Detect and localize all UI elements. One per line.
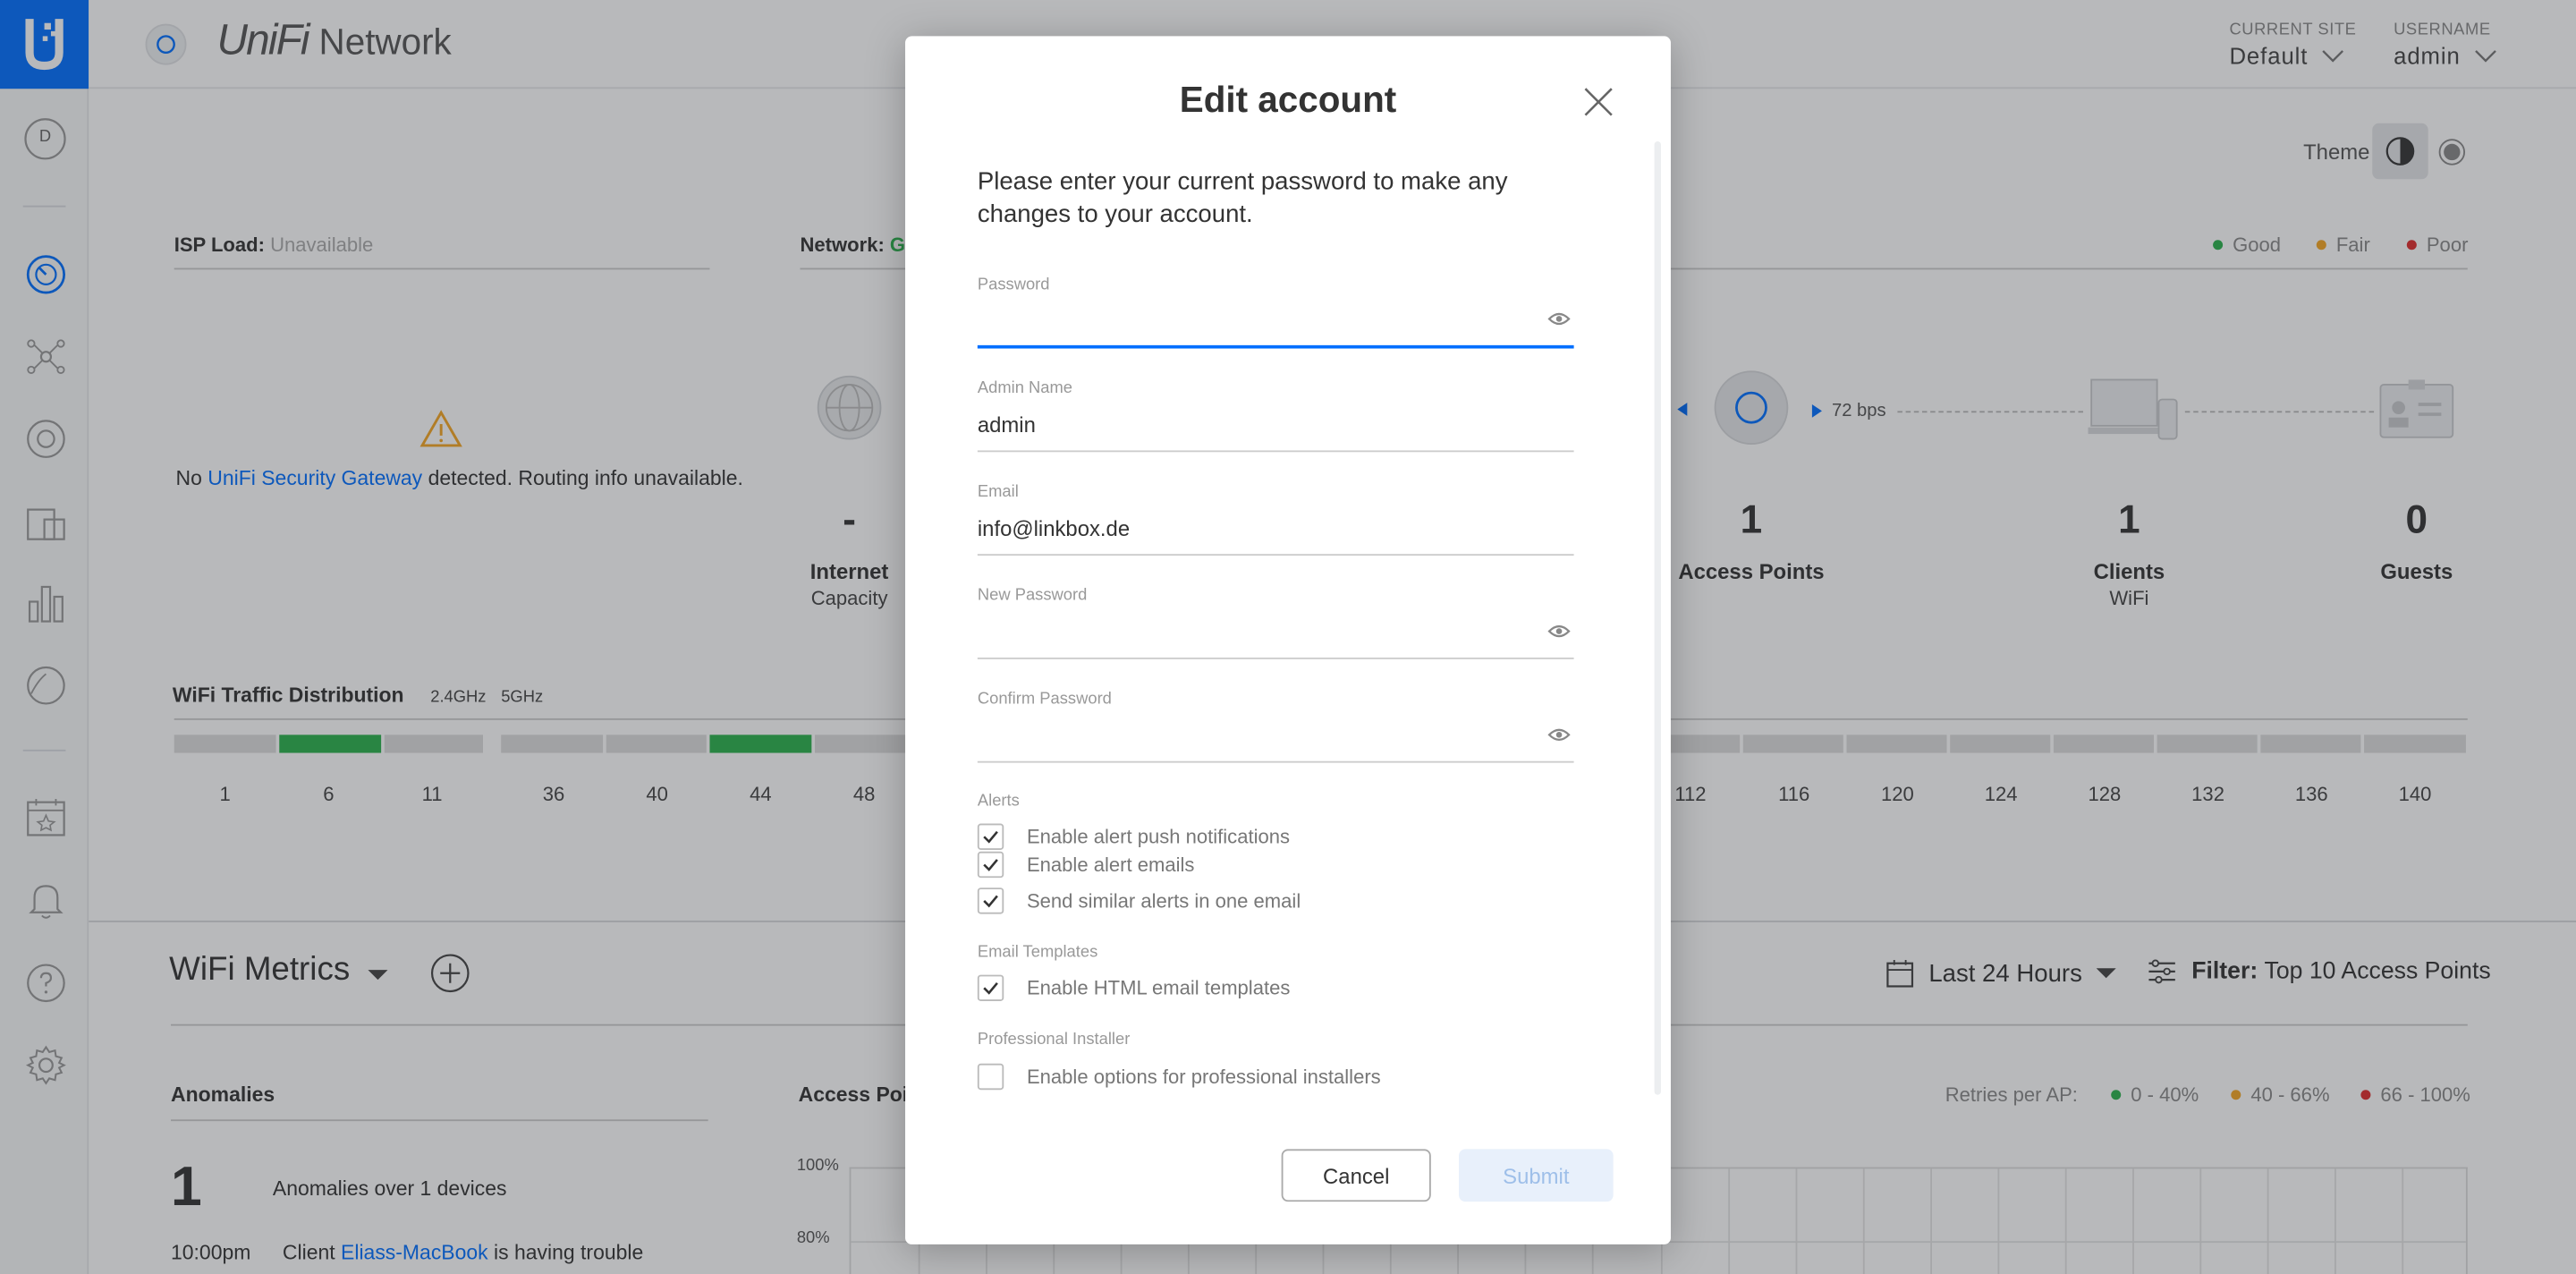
admin-name-input[interactable]: admin bbox=[978, 412, 1536, 437]
checkmark-icon bbox=[983, 981, 998, 995]
email-underline bbox=[977, 554, 1574, 556]
close-icon[interactable] bbox=[1580, 84, 1616, 120]
submit-button[interactable]: Submit bbox=[1459, 1149, 1614, 1202]
alert-push-checkbox[interactable] bbox=[977, 823, 1004, 850]
dialog-title: Edit account bbox=[1179, 79, 1397, 121]
professional-installer-label: Enable options for professional installe… bbox=[1026, 1065, 1381, 1089]
password-input[interactable] bbox=[978, 302, 1536, 342]
checkmark-icon bbox=[983, 895, 998, 908]
email-input[interactable]: info@linkbox.de bbox=[978, 516, 1536, 541]
eye-icon[interactable] bbox=[1547, 310, 1571, 327]
app-root: D UniFi Network CURRENT SITE Default USE… bbox=[0, 0, 2576, 1274]
new-password-label: New Password bbox=[977, 586, 1088, 606]
new-password-input[interactable] bbox=[978, 613, 1536, 652]
cancel-button[interactable]: Cancel bbox=[1281, 1149, 1431, 1202]
email-label: Email bbox=[977, 483, 1019, 502]
admin-name-label: Admin Name bbox=[977, 379, 1073, 398]
confirm-password-input[interactable] bbox=[978, 717, 1536, 756]
alert-emails-checkbox[interactable] bbox=[977, 851, 1004, 879]
dialog-scrollbar[interactable] bbox=[1654, 141, 1661, 1095]
html-templates-checkbox[interactable] bbox=[977, 974, 1004, 1001]
eye-icon[interactable] bbox=[1547, 623, 1571, 639]
admin-name-underline bbox=[977, 450, 1574, 453]
edit-account-dialog: Edit account Please enter your current p… bbox=[905, 36, 1671, 1244]
password-underline bbox=[977, 344, 1574, 349]
email-templates-section-label: Email Templates bbox=[977, 943, 1098, 962]
checkmark-icon bbox=[983, 859, 998, 871]
confirm-password-underline bbox=[977, 760, 1574, 763]
alert-emails-label: Enable alert emails bbox=[1026, 853, 1195, 877]
eye-icon[interactable] bbox=[1547, 726, 1571, 743]
alert-similar-label: Send similar alerts in one email bbox=[1026, 889, 1301, 913]
alert-push-label: Enable alert push notifications bbox=[1026, 825, 1291, 849]
checkmark-icon bbox=[983, 830, 998, 844]
html-templates-label: Enable HTML email templates bbox=[1026, 976, 1291, 1000]
professional-installer-checkbox[interactable] bbox=[977, 1063, 1004, 1091]
confirm-password-label: Confirm Password bbox=[977, 690, 1112, 709]
password-label: Password bbox=[977, 276, 1050, 294]
new-password-underline bbox=[977, 657, 1574, 659]
dialog-intro: Please enter your current password to ma… bbox=[977, 167, 1508, 229]
professional-installer-section-label: Professional Installer bbox=[977, 1031, 1131, 1049]
alert-similar-checkbox[interactable] bbox=[977, 888, 1004, 914]
alerts-section-label: Alerts bbox=[977, 792, 1020, 811]
